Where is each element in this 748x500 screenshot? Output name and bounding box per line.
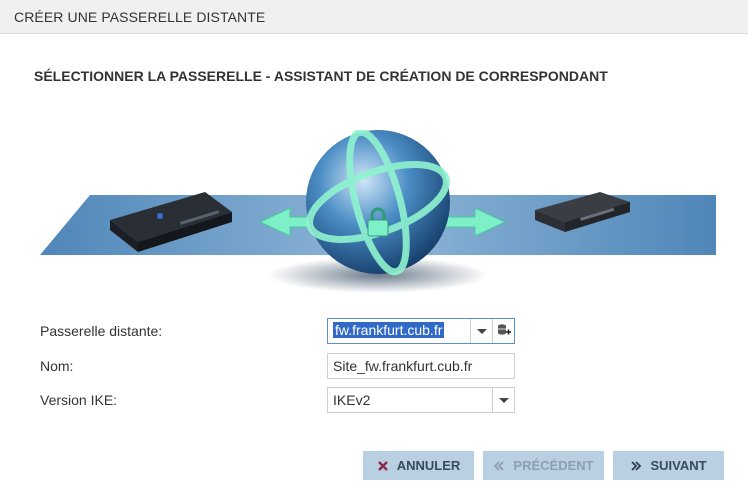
- ike-version-label: Version IKE:: [40, 392, 118, 408]
- dialog-title: CRÉER UNE PASSERELLE DISTANTE: [14, 9, 266, 25]
- name-input[interactable]: Site_fw.frankfurt.cub.fr: [327, 353, 515, 379]
- next-button[interactable]: SUIVANT: [613, 451, 724, 480]
- next-button-label: SUIVANT: [650, 458, 707, 473]
- double-chevron-left-icon: [493, 460, 505, 472]
- double-chevron-right-icon: [630, 460, 642, 472]
- ike-version-value[interactable]: IKEv2: [333, 392, 370, 408]
- remote-gateway-combobox[interactable]: fw.frankfurt.cub.fr: [327, 318, 515, 344]
- close-icon: [377, 460, 389, 472]
- chevron-down-icon[interactable]: [470, 319, 492, 343]
- previous-button-label: PRÉCÉDENT: [513, 458, 594, 473]
- cancel-button-label: ANNULER: [396, 458, 461, 473]
- previous-button[interactable]: PRÉCÉDENT: [483, 451, 604, 480]
- name-label: Nom:: [40, 358, 74, 374]
- remote-gateway-value[interactable]: fw.frankfurt.cub.fr: [333, 322, 445, 338]
- name-value[interactable]: Site_fw.frankfurt.cub.fr: [333, 358, 472, 374]
- dialog-titlebar: CRÉER UNE PASSERELLE DISTANTE: [0, 0, 748, 34]
- cancel-button[interactable]: ANNULER: [363, 451, 474, 480]
- remote-gateway-label: Passerelle distante:: [40, 323, 163, 339]
- chevron-down-icon[interactable]: [492, 388, 514, 412]
- database-add-icon[interactable]: [492, 319, 514, 343]
- vpn-illustration: [40, 130, 716, 293]
- ike-version-select[interactable]: IKEv2: [327, 387, 515, 413]
- wizard-heading: SÉLECTIONNER LA PASSERELLE - ASSISTANT D…: [34, 68, 608, 84]
